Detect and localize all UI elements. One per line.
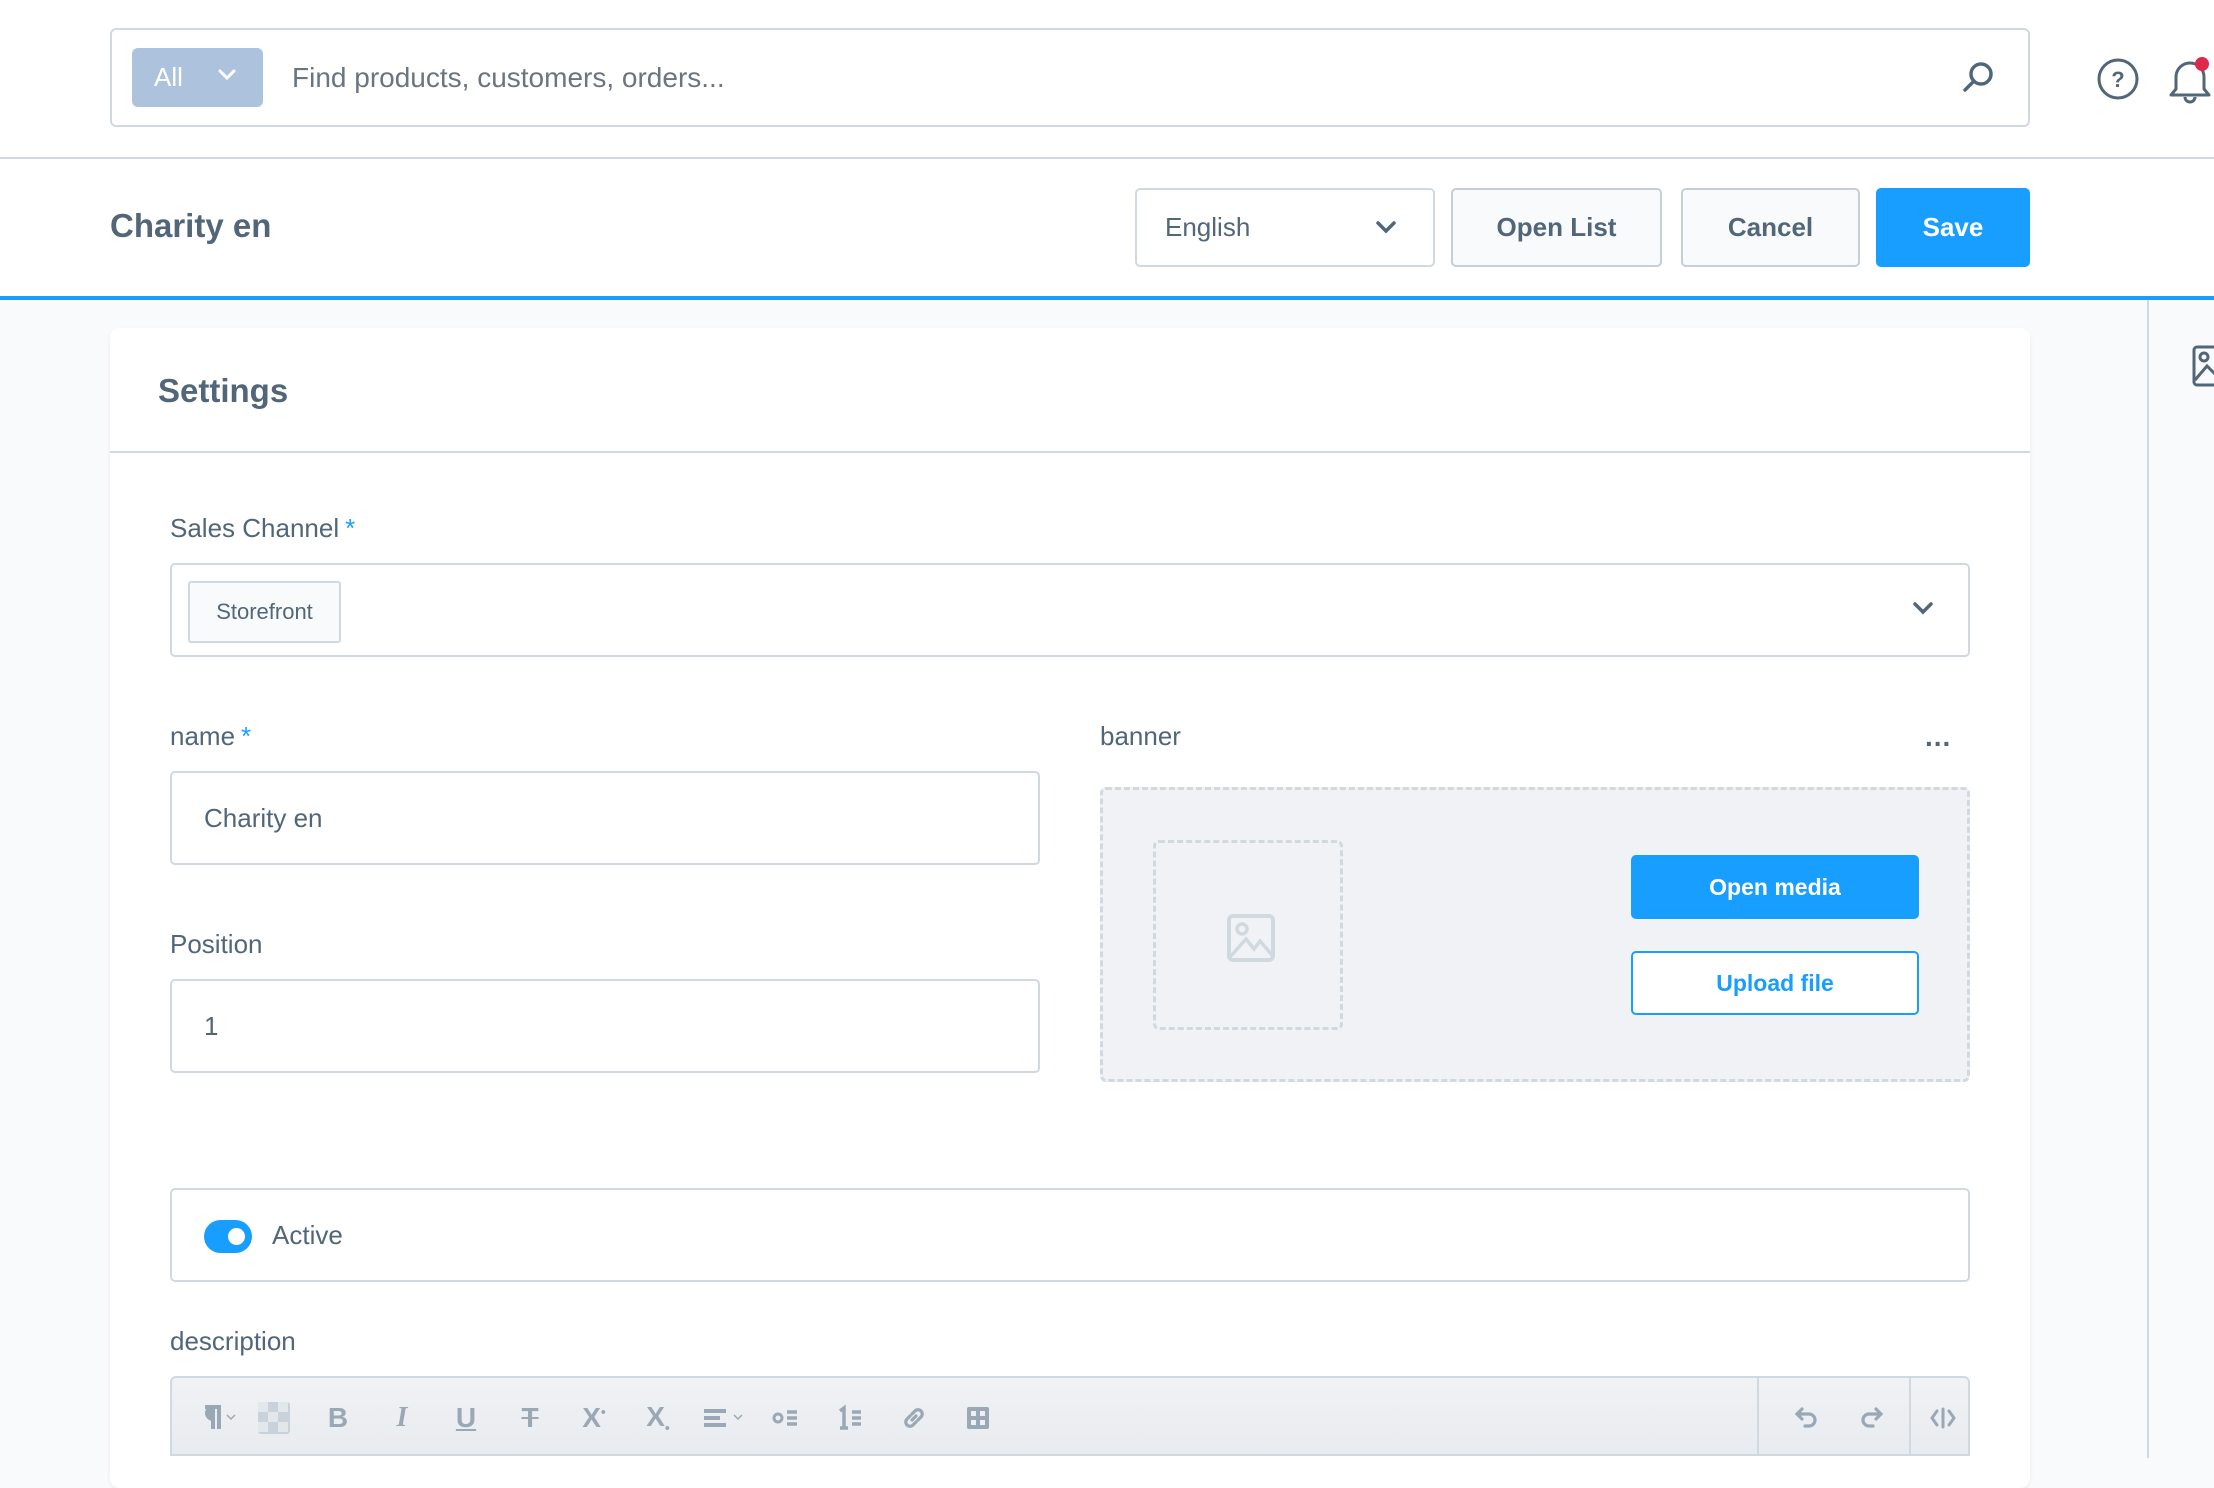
save-button[interactable]: Save: [1876, 188, 2030, 267]
toggle-knob: [228, 1228, 245, 1245]
banner-label: banner: [1100, 721, 1181, 751]
position-input[interactable]: [172, 981, 1038, 1071]
required-mark: *: [241, 721, 252, 751]
numbered-list-icon: [838, 1404, 861, 1430]
open-media-button[interactable]: Open media: [1631, 855, 1919, 919]
chevron-down-icon: [1376, 221, 1396, 234]
active-toggle[interactable]: [204, 1220, 252, 1253]
superscript-button[interactable]: X•: [576, 1400, 612, 1436]
toolbar-divider: [1909, 1378, 1911, 1454]
banner-preview-placeholder: [1153, 840, 1343, 1030]
redo-icon: [1861, 1407, 1884, 1428]
underline-button[interactable]: U: [448, 1400, 484, 1436]
subscript-button[interactable]: X•: [640, 1400, 676, 1436]
sales-channel-label: Sales Channel *: [170, 513, 356, 543]
settings-card: Settings Sales Channel * Storefront name *…: [110, 328, 2030, 1488]
sales-channel-tag[interactable]: Storefront: [188, 581, 341, 643]
help-icon[interactable]: ?: [2096, 57, 2140, 101]
card-title: Settings: [158, 372, 289, 409]
search-type-dropdown[interactable]: All: [132, 48, 263, 107]
strikethrough-button[interactable]: T: [512, 1400, 548, 1436]
paragraph-icon: [205, 1405, 236, 1429]
position-field: [170, 979, 1040, 1073]
card-header: Settings: [110, 328, 2030, 453]
bold-button[interactable]: B: [320, 1400, 356, 1436]
underline-icon: U: [455, 1402, 477, 1433]
text-align-button[interactable]: [700, 1400, 752, 1436]
search-input[interactable]: [292, 50, 1892, 106]
align-icon: [704, 1409, 743, 1427]
toolbar-divider: [1757, 1378, 1759, 1454]
code-view-button[interactable]: [1925, 1400, 1961, 1436]
active-field: Active: [170, 1188, 1970, 1282]
position-label: Position: [170, 929, 263, 959]
text-editor-toolbar: B I U T X• X•: [170, 1376, 1970, 1456]
code-view-icon: [1930, 1407, 1956, 1429]
required-mark: *: [345, 513, 356, 543]
language-select[interactable]: English: [1135, 188, 1435, 267]
undo-icon: [1794, 1407, 1817, 1428]
media-image-icon[interactable]: [2191, 344, 2214, 388]
italic-button[interactable]: I: [384, 1400, 420, 1436]
name-field: [170, 771, 1040, 865]
top-bar: All ?: [0, 0, 2214, 159]
banner-upload-area[interactable]: Open media Upload file: [1100, 787, 1970, 1082]
notification-dot: [2195, 57, 2209, 71]
active-label: Active: [272, 1220, 343, 1250]
subscript-icon: X•: [646, 1400, 670, 1436]
svg-text:?: ?: [2111, 67, 2124, 92]
cancel-button[interactable]: Cancel: [1681, 188, 1860, 267]
table-icon: [967, 1407, 989, 1429]
bullet-list-icon: [772, 1410, 797, 1426]
link-icon: [904, 1408, 924, 1428]
chevron-down-icon: [1913, 602, 1933, 615]
global-search: All: [110, 28, 2030, 127]
image-placeholder-icon: [1227, 914, 1275, 962]
page-title: Charity en: [110, 207, 272, 244]
description-label: description: [170, 1326, 296, 1356]
upload-file-button[interactable]: Upload file: [1631, 951, 1919, 1015]
italic-icon: I: [396, 1402, 408, 1433]
bold-icon: B: [327, 1402, 349, 1433]
sidebar-right: [2147, 300, 2214, 1458]
text-color-button[interactable]: [256, 1400, 292, 1436]
name-input[interactable]: [172, 773, 1038, 863]
redo-button[interactable]: [1853, 1400, 1889, 1436]
page-header: Charity en English Open List Cancel Save: [0, 159, 2214, 300]
name-label: name *: [170, 721, 252, 751]
link-button[interactable]: [896, 1400, 932, 1436]
chevron-down-icon: [218, 69, 236, 81]
notification-bell-icon[interactable]: [2166, 55, 2214, 105]
superscript-icon: X•: [582, 1402, 606, 1433]
undo-button[interactable]: [1789, 1400, 1825, 1436]
sales-channel-select[interactable]: Storefront: [170, 563, 1970, 657]
ordered-list-button[interactable]: [832, 1400, 868, 1436]
unordered-list-button[interactable]: [768, 1400, 804, 1436]
language-select-value: English: [1165, 212, 1251, 242]
search-type-label: All: [154, 62, 183, 92]
paragraph-format-button[interactable]: [192, 1400, 242, 1436]
banner-more-button[interactable]: ...: [1925, 721, 1951, 753]
strikethrough-icon: T: [521, 1402, 539, 1433]
color-swatch-icon: [258, 1402, 290, 1434]
open-list-button[interactable]: Open List: [1451, 188, 1662, 267]
search-icon[interactable]: [1958, 58, 1998, 98]
table-button[interactable]: [960, 1400, 996, 1436]
